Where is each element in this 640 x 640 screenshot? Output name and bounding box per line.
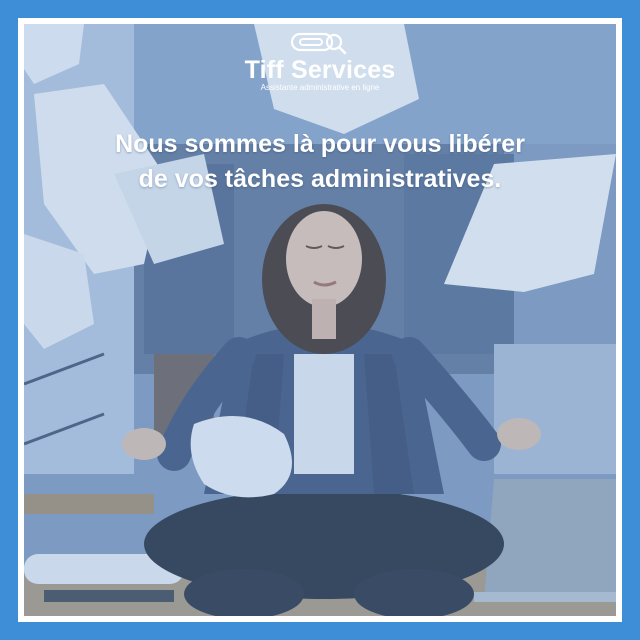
brand-name: Tiff Services <box>244 56 396 84</box>
brand-logo: Tiff Services Assistante administrative … <box>0 30 640 93</box>
headline-line-2: de vos tâches administratives. <box>138 165 502 193</box>
paperclip-magnifier-icon <box>290 32 347 55</box>
headline-line-1: Nous sommes là pour vous libérer <box>115 130 525 158</box>
headline: Nous sommes là pour vous libérer de vos … <box>40 127 600 197</box>
brand-tagline: Assistante administrative en ligne <box>260 83 380 92</box>
blue-tint-overlay <box>24 24 616 616</box>
